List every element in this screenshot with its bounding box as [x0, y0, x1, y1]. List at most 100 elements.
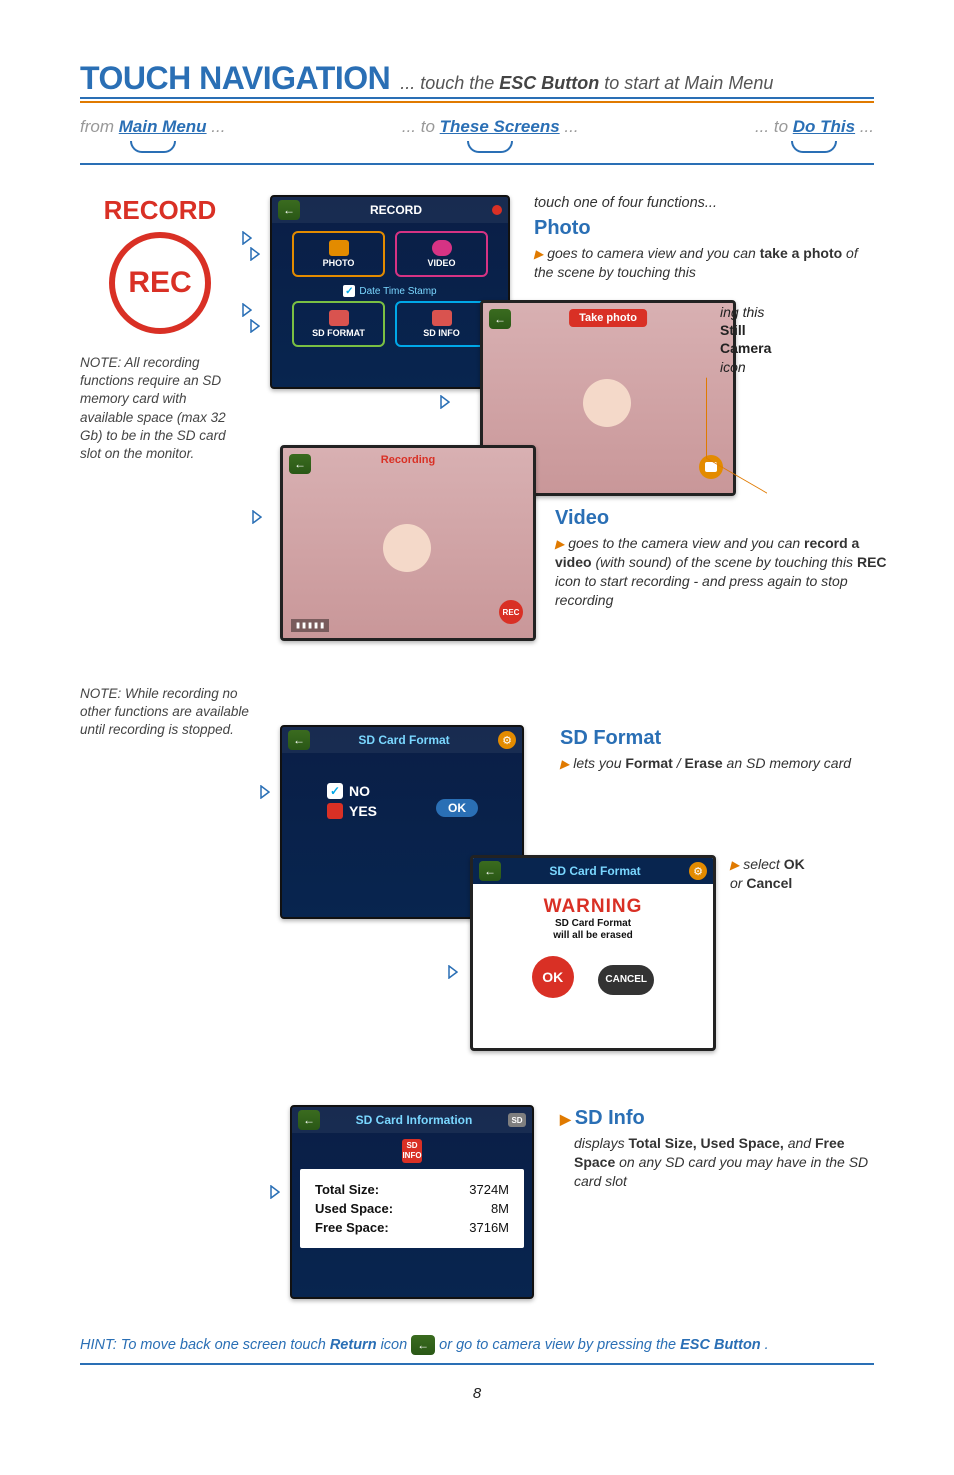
camera-feed-image: [583, 379, 631, 427]
menu-photo-label: PHOTO: [323, 258, 355, 268]
nav-row: from Main Menu ... ... to These Screens …: [80, 117, 874, 153]
video-mid: (with sound) of the scene by touching th…: [592, 554, 857, 570]
sdf-prefix: lets you: [573, 755, 625, 771]
sd-icon: SD: [508, 1113, 526, 1127]
cancel-button[interactable]: CANCEL: [598, 965, 654, 995]
sdf-b2: Erase: [685, 755, 723, 771]
curve-icon: [130, 141, 176, 153]
table-row: Total Size: 3724M: [314, 1181, 510, 1198]
signal-icon: ▮▮▮▮▮: [291, 619, 329, 632]
ok-button[interactable]: OK: [532, 956, 574, 998]
section-sdformat-text: ▶lets you Format / Erase an SD memory ca…: [560, 754, 870, 773]
video-suffix: icon to start recording - and press agai…: [555, 573, 848, 608]
nav-mid-link[interactable]: These Screens: [440, 117, 560, 136]
left-column: RECORD REC NOTE: All recording functions…: [80, 195, 240, 463]
orange-divider: [80, 101, 874, 103]
back-icon[interactable]: ←: [489, 309, 511, 329]
nav-mid-prefix: ... to: [402, 117, 440, 136]
date-time-stamp-toggle[interactable]: ✓ Date Time Stamp: [272, 285, 508, 297]
page-subtitle: ... touch the ESC Button to start at Mai…: [400, 73, 773, 94]
still-l2: icon: [720, 359, 746, 375]
option-no[interactable]: ✓NO: [327, 783, 477, 799]
sd-label: SD: [312, 328, 325, 338]
photo-text-bold: take a photo: [760, 245, 842, 261]
bullet-arrow-icon: ▶: [730, 858, 739, 872]
sd-info-table: Total Size: 3724M Used Space:8M Free Spac…: [300, 1169, 524, 1248]
table-row: Used Space:8M: [314, 1200, 510, 1217]
checkbox-icon[interactable]: ✓: [343, 285, 355, 297]
bullet-arrow-icon: ▶: [560, 1111, 571, 1127]
camera-icon: [329, 240, 349, 256]
nav-to-do-this: ... to Do This ...: [755, 117, 874, 153]
flow-arrow-icon: [260, 785, 270, 799]
section-photo-title: Photo: [534, 217, 874, 240]
section-video-text: ▶goes to the camera view and you can rec…: [555, 534, 890, 610]
section-sdinfo-text: displays Total Size, Used Space, and Fre…: [574, 1134, 880, 1191]
flow-arrow-icon: [448, 965, 458, 979]
warn-line2: will all be erased: [481, 930, 705, 942]
flow-arrow-icon: [250, 319, 260, 333]
menu-sd-format-button[interactable]: SD FORMAT: [292, 301, 385, 347]
curve-icon: [791, 141, 837, 153]
warning-heading: WARNING: [481, 896, 705, 918]
screen-record-menu[interactable]: ← RECORD PHOTO VIDEO ✓ Date Time Stamp: [270, 195, 510, 389]
still-camera-caption: ing this Still Camera icon: [720, 303, 850, 376]
menu-photo-button[interactable]: PHOTO: [292, 231, 385, 277]
take-photo-button[interactable]: Take photo: [569, 309, 647, 327]
back-icon[interactable]: ←: [278, 200, 300, 220]
flow-arrow-icon: [270, 1185, 280, 1199]
note-while-recording: NOTE: While recording no other functions…: [80, 685, 250, 740]
intro-text: touch one of four functions...: [534, 195, 874, 211]
menu-video-label: VIDEO: [427, 258, 455, 268]
back-icon[interactable]: ←: [479, 861, 501, 881]
camera-feed-image: [383, 524, 431, 572]
blue-divider: [80, 163, 874, 165]
page-title-row: TOUCH NAVIGATION ... touch the ESC Butto…: [80, 60, 874, 99]
nav-right-link[interactable]: Do This: [793, 117, 855, 136]
flow-arrow-icon: [440, 395, 450, 409]
row1-value: 8M: [443, 1200, 510, 1217]
back-icon[interactable]: ←: [288, 730, 310, 750]
screen-title: SD Card Format: [310, 733, 498, 747]
back-icon[interactable]: ←: [298, 1110, 320, 1130]
subtitle-prefix: ... touch the: [400, 73, 499, 93]
screen-camera-video[interactable]: ← Recording ▮▮▮▮▮ REC: [280, 445, 536, 641]
table-row: Free Space:3716M: [314, 1219, 510, 1236]
gear-icon[interactable]: ⚙: [689, 862, 707, 880]
nav-left-link[interactable]: Main Menu: [119, 117, 207, 136]
screen-sd-format-warning[interactable]: ← SD Card Format ⚙ WARNING SD Card Forma…: [470, 855, 716, 1051]
flow-arrow-icon: [242, 231, 252, 245]
photo-text-prefix: goes to camera view and you can: [547, 245, 759, 261]
gear-icon[interactable]: ⚙: [498, 731, 516, 749]
screen-title: SD Card Information: [320, 1113, 508, 1127]
bullet-arrow-icon: ▶: [534, 247, 543, 261]
page-number: 8: [80, 1385, 874, 1402]
screen-sd-info[interactable]: ← SD Card Information SD SD INFO Total S…: [290, 1105, 534, 1299]
section-sdformat-title: SD Format: [560, 727, 870, 750]
row0-label: Total Size:: [315, 1182, 379, 1197]
checkbox-checked-icon: ✓: [327, 783, 343, 799]
nav-from-main-menu: from Main Menu ...: [80, 117, 225, 153]
section-photo-text: ▶ goes to camera view and you can take a …: [534, 244, 874, 282]
sdf-suffix: an SD memory card: [723, 755, 851, 771]
row0-value: 3724M: [443, 1181, 510, 1198]
sdf-mid: /: [673, 755, 685, 771]
rec-icon[interactable]: REC: [499, 600, 523, 624]
hint-bold1: Return: [330, 1337, 377, 1353]
ok-button[interactable]: OK: [436, 799, 478, 817]
flow-arrow-icon: [252, 510, 262, 524]
nav-right-suffix: ...: [855, 117, 874, 136]
flow-arrow-icon: [250, 247, 260, 261]
row2-label: Free Space:: [315, 1220, 389, 1235]
video-b2: REC: [857, 554, 887, 570]
menu-video-button[interactable]: VIDEO: [395, 231, 488, 277]
rec-icon: REC: [109, 232, 211, 334]
hint-text: HINT: To move back one screen touch Retu…: [80, 1335, 874, 1355]
hint-mid: icon: [381, 1337, 408, 1353]
return-icon[interactable]: ←: [411, 1335, 435, 1355]
page-title: TOUCH NAVIGATION: [80, 60, 390, 97]
curve-icon: [467, 141, 513, 153]
warning-subtext: SD Card Format will all be erased: [481, 918, 705, 942]
menu-sd-info-button[interactable]: SD INFO: [395, 301, 488, 347]
back-icon[interactable]: ←: [289, 454, 311, 474]
